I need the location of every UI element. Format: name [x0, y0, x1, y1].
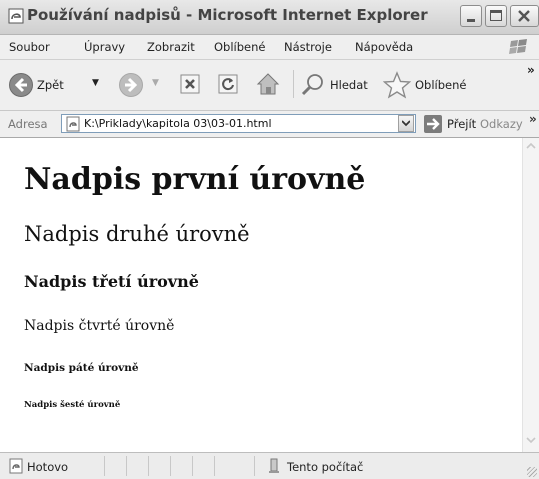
status-divider [104, 456, 105, 476]
resize-grip[interactable] [527, 467, 537, 477]
home-icon [256, 73, 280, 95]
forward-button[interactable]: ▼ [118, 70, 168, 100]
address-bar: Adresa K:\Priklady\kapitola 03\03-01.htm… [0, 111, 539, 138]
heading-level-2: Nadpis druhé úrovně [24, 222, 250, 246]
heading-level-1: Nadpis první úrovně [24, 162, 366, 197]
status-text: Hotovo [27, 460, 69, 474]
forward-dropdown-icon[interactable]: ▼ [152, 78, 159, 88]
close-button[interactable] [510, 5, 539, 27]
minimize-button[interactable] [460, 5, 482, 27]
links-label[interactable]: Odkazy [480, 117, 523, 131]
favorites-button[interactable]: Oblíbené [383, 70, 473, 100]
toolbar: Zpět ▼ ▼ Hledat Oblíbené » [0, 60, 539, 111]
title-bar: Používání nadpisů - Microsoft Internet E… [0, 0, 539, 35]
vertical-scrollbar[interactable] [522, 138, 539, 452]
menu-bar: Soubor Úpravy Zobrazit Oblíbené Nástroje… [0, 35, 539, 60]
refresh-button[interactable] [216, 72, 240, 96]
stop-icon [180, 74, 200, 94]
links-overflow-chevron[interactable]: » [529, 112, 537, 126]
windows-logo-icon [509, 39, 527, 54]
back-button[interactable]: Zpět ▼ [8, 70, 118, 100]
back-arrow-icon [9, 73, 33, 97]
heading-level-4: Nadpis čtvrté úrovně [24, 318, 175, 334]
menu-nastroje[interactable]: Nástroje [284, 40, 332, 54]
ie-page-icon [8, 8, 24, 24]
status-divider [126, 456, 127, 476]
address-url: K:\Priklady\kapitola 03\03-01.html [84, 117, 272, 130]
page-content: Nadpis první úrovně Nadpis druhé úrovně … [0, 138, 522, 452]
menu-napoveda[interactable]: Nápověda [355, 40, 413, 54]
search-button[interactable]: Hledat [300, 70, 378, 100]
favorites-label: Oblíbené [415, 78, 467, 92]
refresh-icon [218, 74, 238, 94]
favorites-star-icon [383, 71, 411, 99]
maximize-icon [490, 10, 502, 21]
go-arrow-icon [424, 115, 442, 133]
toolbar-overflow-chevron[interactable]: » [527, 63, 535, 77]
menu-soubor[interactable]: Soubor [9, 40, 50, 54]
zone-label: Tento počítač [287, 460, 364, 474]
forward-arrow-icon [119, 73, 143, 97]
address-dropdown-button[interactable] [398, 115, 414, 132]
scroll-up-icon[interactable] [526, 142, 536, 150]
heading-level-3: Nadpis třetí úrovně [24, 272, 199, 291]
scroll-down-icon[interactable] [526, 436, 536, 444]
go-label: Přejít [447, 117, 477, 131]
status-page-icon [9, 458, 23, 474]
status-bar: Hotovo Tento počítač [0, 452, 539, 479]
status-divider [254, 456, 255, 476]
status-divider [192, 456, 193, 476]
home-button[interactable] [254, 70, 282, 98]
computer-zone-icon [269, 458, 279, 473]
heading-level-6: Nadpis šesté úrovně [24, 400, 121, 410]
address-input[interactable]: K:\Priklady\kapitola 03\03-01.html [61, 114, 416, 133]
back-dropdown-icon[interactable]: ▼ [92, 78, 99, 88]
status-divider [170, 456, 171, 476]
search-label: Hledat [330, 78, 368, 92]
chevron-down-icon [402, 120, 410, 127]
stop-button[interactable] [178, 72, 202, 96]
minimize-icon [467, 19, 475, 22]
menu-zobrazit[interactable]: Zobrazit [147, 40, 195, 54]
toolbar-separator [293, 70, 294, 98]
go-button[interactable]: Přejít [423, 114, 483, 134]
browser-window: Používání nadpisů - Microsoft Internet E… [0, 0, 539, 479]
back-label: Zpět [37, 78, 64, 92]
search-icon [301, 74, 323, 96]
menu-oblibene[interactable]: Oblíbené [214, 40, 265, 54]
address-label: Adresa [8, 117, 48, 131]
window-title: Používání nadpisů - Microsoft Internet E… [27, 6, 428, 24]
status-divider [214, 456, 215, 476]
menu-upravy[interactable]: Úpravy [84, 40, 125, 54]
maximize-button[interactable] [485, 5, 507, 27]
heading-level-5: Nadpis páté úrovně [24, 362, 139, 374]
status-divider [148, 456, 149, 476]
page-icon [66, 116, 80, 132]
close-icon [518, 10, 530, 22]
